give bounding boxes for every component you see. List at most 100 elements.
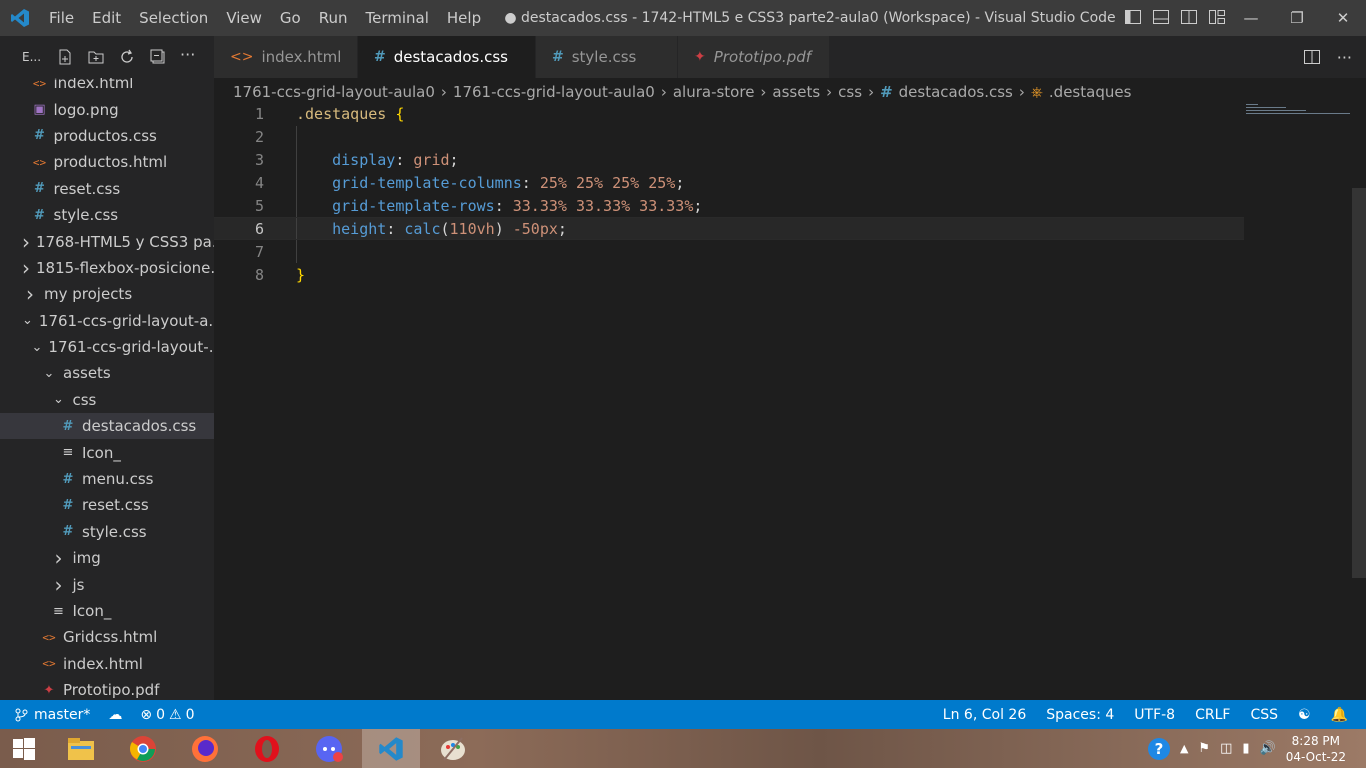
indentation[interactable]: Spaces: 4 — [1046, 707, 1114, 723]
tree-item[interactable]: ≡ Icon_ — [0, 598, 214, 624]
menu-terminal[interactable]: Terminal — [357, 0, 438, 36]
tree-item[interactable]: # productos.css — [0, 123, 214, 149]
tree-item[interactable]: › js — [0, 571, 214, 597]
restore-icon[interactable]: ❐ — [1274, 0, 1320, 36]
tree-item[interactable]: <> Gridcss.html — [0, 624, 214, 650]
tree-item[interactable]: # style.css — [0, 519, 214, 545]
refresh-icon[interactable] — [118, 48, 136, 66]
breadcrumb-item[interactable]: .destaques — [1049, 83, 1131, 101]
more-actions-icon[interactable]: ··· — [1337, 48, 1352, 70]
chevron-up-icon[interactable]: ▲ — [1180, 742, 1188, 755]
branch-status[interactable]: master* — [14, 707, 90, 723]
vscode-taskbar-icon[interactable] — [362, 729, 420, 768]
tree-item[interactable]: # destacados.css — [0, 413, 214, 440]
tree-item[interactable]: <> index.html — [0, 78, 214, 96]
flag-icon[interactable]: ⚑ — [1198, 741, 1210, 756]
tree-item[interactable]: › my projects — [0, 281, 214, 307]
split-editor-icon[interactable] — [1303, 48, 1321, 70]
tab-prototipo-pdf[interactable]: ✦ Prototipo.pdf — [678, 36, 830, 78]
tab-index-html[interactable]: <> index.html — [214, 36, 358, 78]
chrome-icon[interactable] — [114, 729, 172, 768]
minimap[interactable] — [1246, 102, 1350, 118]
tree-item[interactable]: # reset.css — [0, 492, 214, 518]
paint-icon[interactable] — [424, 729, 482, 768]
new-file-icon[interactable] — [56, 48, 74, 66]
menu-view[interactable]: View — [217, 0, 271, 36]
scrollbar[interactable] — [1352, 188, 1366, 578]
tree-item[interactable]: ✦ Prototipo.pdf — [0, 677, 214, 700]
more-actions-icon[interactable]: ··· — [180, 47, 198, 66]
tab-destacados-css[interactable]: # destacados.css — [358, 36, 536, 78]
tree-item[interactable]: ⌄ 1761-ccs-grid-layout-a... — [0, 308, 214, 334]
breadcrumb-item[interactable]: assets — [772, 83, 820, 101]
menu-file[interactable]: File — [40, 0, 83, 36]
menu-edit[interactable]: Edit — [83, 0, 130, 36]
customize-layout-icon[interactable] — [1208, 8, 1226, 26]
windows-start-icon[interactable] — [0, 729, 48, 768]
sync-icon[interactable]: ☁ — [108, 707, 122, 723]
tree-item[interactable]: ⌄ assets — [0, 360, 214, 386]
tree-item[interactable]: › img — [0, 545, 214, 571]
indent-guide — [296, 240, 297, 264]
language-mode[interactable]: CSS — [1250, 707, 1278, 723]
menu-go[interactable]: Go — [271, 0, 310, 36]
toggle-secondary-sidebar-icon[interactable] — [1180, 8, 1198, 26]
encoding[interactable]: UTF-8 — [1134, 707, 1175, 723]
help-icon[interactable]: ? — [1147, 737, 1170, 760]
code-line[interactable]: 5 grid-template-rows: 33.33% 33.33% 33.3… — [214, 194, 1244, 218]
code-line[interactable]: 2 — [214, 125, 1244, 149]
firefox-icon[interactable] — [176, 729, 234, 768]
tree-item[interactable]: › 1768-HTML5 y CSS3 pa... — [0, 228, 214, 254]
breadcrumb-item[interactable]: destacados.css — [899, 83, 1013, 101]
code-text: } — [296, 266, 305, 284]
tree-item[interactable]: › 1815-flexbox-posicione... — [0, 255, 214, 281]
collapse-all-icon[interactable] — [149, 48, 167, 66]
device-icon[interactable]: ◫ — [1220, 741, 1232, 756]
tree-item[interactable]: ⌄ 1761-ccs-grid-layout-... — [0, 334, 215, 360]
breadcrumb-item[interactable]: 1761-ccs-grid-layout-aula0 — [233, 83, 435, 101]
problems-status[interactable]: ⊗ 0 ⚠ 0 — [140, 707, 194, 723]
tree-item[interactable]: ⌄ css — [0, 387, 214, 413]
volume-icon[interactable]: 🔊 — [1260, 741, 1276, 756]
code-line[interactable]: 3 display: grid; — [214, 148, 1244, 172]
end-of-line[interactable]: CRLF — [1195, 707, 1230, 723]
clock[interactable]: 8:28 PM 04-Oct-22 — [1286, 733, 1346, 765]
new-folder-icon[interactable] — [87, 48, 105, 66]
tree-item-label: css — [72, 390, 97, 409]
toggle-primary-sidebar-icon[interactable] — [1124, 8, 1142, 26]
network-icon[interactable]: ▮ — [1242, 741, 1249, 756]
vscode-logo-icon[interactable] — [0, 0, 40, 36]
file-explorer-icon[interactable] — [52, 729, 110, 768]
notifications-bell-icon[interactable]: 🔔 — [1331, 707, 1348, 723]
breadcrumb-item[interactable]: alura-store — [673, 83, 755, 101]
code-line[interactable]: 7 — [214, 240, 1244, 264]
tab-style-css[interactable]: # style.css — [536, 36, 678, 78]
tree-item[interactable]: # style.css — [0, 202, 214, 228]
menu-selection[interactable]: Selection — [130, 0, 217, 36]
breadcrumb-item[interactable]: css — [838, 83, 862, 101]
text-file-icon: ≡ — [53, 603, 64, 619]
feedback-icon[interactable]: ☯ — [1298, 707, 1311, 723]
css-hash-icon: # — [552, 49, 564, 65]
code-line[interactable]: 8} — [214, 263, 1244, 286]
code-line[interactable]: 4 grid-template-columns: 25% 25% 25% 25%… — [214, 171, 1244, 195]
menu-run[interactable]: Run — [310, 0, 357, 36]
code-line[interactable]: 1 .destaques { — [214, 103, 1244, 126]
editor-area[interactable]: 1761-ccs-grid-layout-aula0 › 1761-ccs-gri… — [214, 78, 1366, 700]
code-lines[interactable]: 1 .destaques {2 3 display: grid; 4 grid-tem… — [214, 103, 1244, 286]
breadcrumb-item[interactable]: 1761-ccs-grid-layout-aula0 — [453, 83, 655, 101]
opera-icon[interactable] — [238, 729, 296, 768]
menu-help[interactable]: Help — [438, 0, 490, 36]
cursor-position[interactable]: Ln 6, Col 26 — [943, 707, 1026, 723]
tree-item[interactable]: <> productos.html — [0, 149, 214, 175]
tree-item[interactable]: <> index.html — [0, 651, 214, 677]
toggle-panel-icon[interactable] — [1152, 8, 1170, 26]
close-icon[interactable]: ✕ — [1320, 0, 1366, 36]
tree-item[interactable]: ▣ logo.png — [0, 96, 214, 122]
tree-item[interactable]: ≡ Icon_ — [0, 439, 214, 465]
minimize-icon[interactable]: — — [1228, 0, 1274, 36]
tree-item[interactable]: # reset.css — [0, 176, 214, 202]
tree-item[interactable]: # menu.css — [0, 466, 214, 492]
code-line[interactable]: 6 height: calc(110vh) -50px; — [214, 217, 1244, 241]
discord-icon[interactable] — [300, 729, 358, 768]
